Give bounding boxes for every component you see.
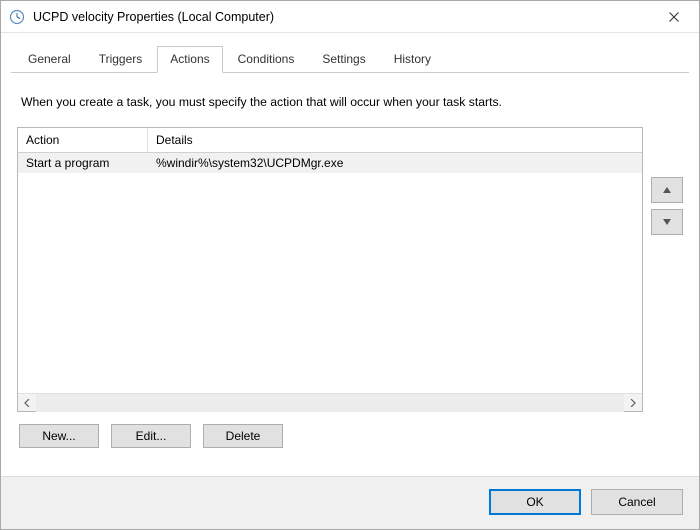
clock-icon [9,9,25,25]
cancel-button[interactable]: Cancel [591,489,683,515]
ok-button[interactable]: OK [489,489,581,515]
tab-general[interactable]: General [15,46,84,73]
content-area: General Triggers Actions Conditions Sett… [1,33,699,476]
reorder-buttons [651,127,683,235]
actions-table: Action Details Start a program %windir%\… [17,127,643,412]
close-button[interactable] [653,3,695,31]
chevron-down-icon [663,219,671,225]
footer-buttons: OK Cancel [489,489,683,515]
scroll-left-icon[interactable] [18,394,36,412]
action-buttons-row: New... Edit... Delete [17,412,683,448]
actions-panel: When you create a task, you must specify… [11,73,689,466]
scrollbar-track[interactable] [36,394,624,412]
tab-settings[interactable]: Settings [309,46,378,73]
tab-conditions[interactable]: Conditions [225,46,308,73]
dialog-footer: OK Cancel [1,476,699,529]
move-up-button[interactable] [651,177,683,203]
actions-table-header: Action Details [18,128,642,153]
panel-description: When you create a task, you must specify… [17,85,683,127]
close-icon [669,12,679,22]
horizontal-scrollbar[interactable] [18,393,642,411]
scroll-right-icon[interactable] [624,394,642,412]
cell-details: %windir%\system32\UCPDMgr.exe [148,153,642,173]
column-header-details[interactable]: Details [148,128,642,152]
tab-triggers[interactable]: Triggers [86,46,156,73]
edit-button[interactable]: Edit... [111,424,191,448]
new-button[interactable]: New... [19,424,99,448]
table-row[interactable]: Start a program %windir%\system32\UCPDMg… [18,153,642,173]
dialog-window: UCPD velocity Properties (Local Computer… [0,0,700,530]
delete-button[interactable]: Delete [203,424,283,448]
column-header-action[interactable]: Action [18,128,148,152]
move-down-button[interactable] [651,209,683,235]
tab-strip: General Triggers Actions Conditions Sett… [11,45,689,73]
actions-table-body: Start a program %windir%\system32\UCPDMg… [18,153,642,393]
titlebar: UCPD velocity Properties (Local Computer… [1,1,699,33]
window-title: UCPD velocity Properties (Local Computer… [31,10,653,24]
tab-actions[interactable]: Actions [157,46,222,73]
tab-history[interactable]: History [381,46,444,73]
actions-middle-row: Action Details Start a program %windir%\… [17,127,683,412]
chevron-up-icon [663,187,671,193]
cell-action: Start a program [18,153,148,173]
